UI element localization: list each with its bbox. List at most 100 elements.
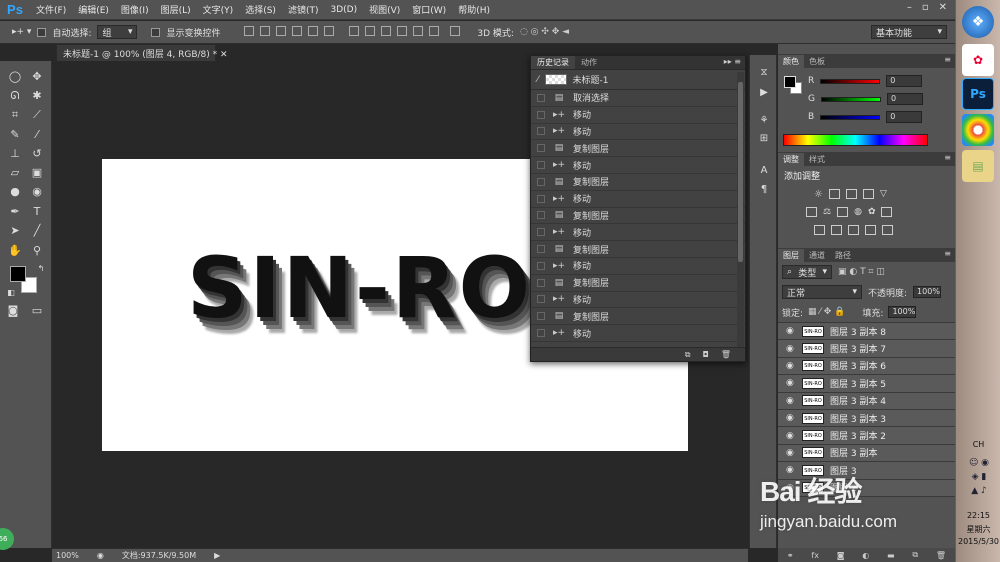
- menu-filter[interactable]: 滤镜(T): [282, 3, 325, 16]
- posterize-icon[interactable]: [831, 225, 842, 235]
- layer-row[interactable]: ◉ SIN-RO 图层 3 副本 5: [778, 375, 955, 393]
- distribute-left-icon[interactable]: [397, 25, 408, 36]
- history-state-checkbox[interactable]: [537, 110, 545, 119]
- distribute-right-icon[interactable]: [429, 25, 440, 36]
- history-row[interactable]: ▸+ 移动: [531, 157, 745, 174]
- distribute-bottom-icon[interactable]: [381, 25, 392, 36]
- eyedropper-tool-icon[interactable]: ⟋: [28, 107, 46, 123]
- layer-row[interactable]: ◉ SIN-RO 图层 3 副本 7: [778, 340, 955, 358]
- tab-actions[interactable]: 动作: [575, 56, 603, 69]
- history-snapshot[interactable]: ⁄ 未标题-1: [531, 70, 745, 90]
- character-panel-icon[interactable]: A: [755, 163, 773, 179]
- history-state-checkbox[interactable]: [537, 312, 545, 321]
- history-brush-tool-icon[interactable]: ↺: [28, 146, 46, 162]
- history-state-checkbox[interactable]: [537, 161, 545, 170]
- tab-history[interactable]: 历史记录: [531, 56, 575, 69]
- 3d-mode-icons[interactable]: ◌ ◎ ✣ ✥ ◄: [520, 27, 569, 37]
- trash-icon[interactable]: 🗑: [721, 350, 731, 359]
- close-icon[interactable]: ✕: [939, 2, 947, 13]
- history-state-checkbox[interactable]: [537, 278, 545, 287]
- curves-icon[interactable]: [845, 189, 857, 199]
- eye-icon[interactable]: ◉: [786, 431, 796, 441]
- history-panel-icon[interactable]: ⧖: [755, 65, 773, 81]
- history-state-checkbox[interactable]: [537, 329, 545, 338]
- dodge-tool-icon[interactable]: ◉: [28, 184, 46, 200]
- clock-time[interactable]: 22:15: [956, 511, 1000, 520]
- magic-wand-tool-icon[interactable]: ✱: [28, 88, 46, 104]
- hand-tool-icon[interactable]: ✋: [6, 243, 24, 259]
- blur-tool-icon[interactable]: ●: [6, 184, 24, 200]
- history-state-checkbox[interactable]: [537, 194, 545, 203]
- gradient-map-icon[interactable]: [882, 225, 893, 235]
- history-row[interactable]: ▸+ 移动: [531, 124, 745, 141]
- panel-menu-icon[interactable]: ≡: [944, 249, 951, 258]
- g-slider[interactable]: [820, 96, 881, 102]
- start-button-icon[interactable]: ❖: [962, 6, 994, 38]
- history-row[interactable]: ▤ 取消选择: [531, 90, 745, 107]
- auto-align-icon[interactable]: [450, 25, 461, 36]
- paragraph-panel-icon[interactable]: ¶: [755, 182, 773, 198]
- document-tab[interactable]: 未标题-1 @ 100% (图层 4, RGB/8) * ✕: [56, 44, 228, 61]
- menu-type[interactable]: 文字(Y): [197, 3, 240, 16]
- photoshop-taskbar-icon[interactable]: Ps: [962, 78, 994, 110]
- clone-stamp-tool-icon[interactable]: ⊥: [6, 146, 24, 162]
- status-info-icon[interactable]: ◉: [97, 551, 104, 560]
- new-adjustment-icon[interactable]: ◐: [862, 551, 869, 560]
- menu-help[interactable]: 帮助(H): [452, 3, 496, 16]
- align-top-icon[interactable]: [243, 25, 254, 36]
- swap-colors-icon[interactable]: ↰: [32, 261, 50, 277]
- brush-tool-icon[interactable]: ⁄: [28, 127, 46, 143]
- path-selection-tool-icon[interactable]: ➤: [6, 223, 24, 239]
- opacity-field[interactable]: 100%: [913, 286, 942, 298]
- menu-edit[interactable]: 编辑(E): [72, 3, 115, 16]
- menu-window[interactable]: 窗口(W): [406, 3, 452, 16]
- layer-row[interactable]: ◉ SIN-RO 图层 3 副本 8: [778, 323, 955, 341]
- move-tool-preset-icon[interactable]: ▸+ ▾: [12, 27, 31, 37]
- eye-icon[interactable]: ◉: [786, 344, 796, 354]
- layer-filter-icons[interactable]: ▣ ◐ T ⌗ ◫: [838, 267, 885, 277]
- history-row[interactable]: ▤ 复制图层: [531, 208, 745, 225]
- levels-icon[interactable]: [828, 189, 840, 199]
- blend-mode-dropdown[interactable]: 正常 ▾: [782, 285, 862, 299]
- status-arrow-icon[interactable]: ▶: [214, 551, 220, 560]
- b-value-field[interactable]: 0: [886, 111, 923, 123]
- brightness-icon[interactable]: ☼: [814, 189, 823, 200]
- r-value-field[interactable]: 0: [886, 75, 923, 87]
- layer-row[interactable]: ◉ SIN-RO 图层 3 副本 2: [778, 427, 955, 445]
- distribute-hcenter-icon[interactable]: [413, 25, 424, 36]
- history-state-checkbox[interactable]: [537, 144, 545, 153]
- panel-menu-icon[interactable]: ▸▸ ≡: [724, 57, 741, 66]
- history-row[interactable]: ▸+ 移动: [531, 107, 745, 124]
- layer-row[interactable]: ◉ SIN-RO 图层 3 副本 3: [778, 409, 955, 428]
- new-group-icon[interactable]: ▬: [887, 551, 895, 560]
- fg-color-chip[interactable]: [784, 76, 796, 88]
- layer-row[interactable]: ◉ SIN-RO 图层 3 副本: [778, 444, 955, 463]
- link-layers-icon[interactable]: ⚭: [787, 551, 794, 560]
- tab-layers[interactable]: 图层: [778, 249, 804, 262]
- history-row[interactable]: ▤ 复制图层: [531, 241, 745, 258]
- history-state-checkbox[interactable]: [537, 261, 545, 270]
- eye-icon[interactable]: ◉: [786, 378, 796, 388]
- history-state-checkbox[interactable]: [537, 93, 545, 102]
- add-mask-icon[interactable]: ◙: [837, 551, 845, 560]
- history-row[interactable]: ▤ 复制图层: [531, 308, 745, 326]
- default-colors-icon[interactable]: ◧: [2, 285, 20, 301]
- history-scrollbar[interactable]: [737, 72, 744, 348]
- input-language[interactable]: CH: [956, 440, 1000, 449]
- history-brush-source-icon[interactable]: ⁄: [537, 75, 539, 85]
- align-hcenter-icon[interactable]: [307, 25, 318, 36]
- actions-panel-icon[interactable]: ▶: [755, 85, 773, 101]
- layer-row[interactable]: ◉ SIN-RO 图层 3 副本 4: [778, 392, 955, 410]
- color-balance-icon[interactable]: ⚖: [823, 207, 831, 217]
- panel-menu-icon[interactable]: ≡: [944, 153, 951, 162]
- color-lookup-icon[interactable]: [881, 207, 893, 217]
- align-bottom-icon[interactable]: [275, 25, 286, 36]
- eye-icon[interactable]: ◉: [786, 413, 796, 423]
- history-row[interactable]: ▤ 复制图层: [531, 174, 745, 191]
- restore-icon[interactable]: ▫: [922, 2, 929, 13]
- eraser-tool-icon[interactable]: ▱: [6, 165, 24, 181]
- menu-select[interactable]: 选择(S): [239, 3, 282, 16]
- menu-file[interactable]: 文件(F): [30, 3, 72, 16]
- photo-filter-icon[interactable]: ◍: [854, 207, 862, 217]
- pen-tool-icon[interactable]: ✒: [6, 204, 24, 220]
